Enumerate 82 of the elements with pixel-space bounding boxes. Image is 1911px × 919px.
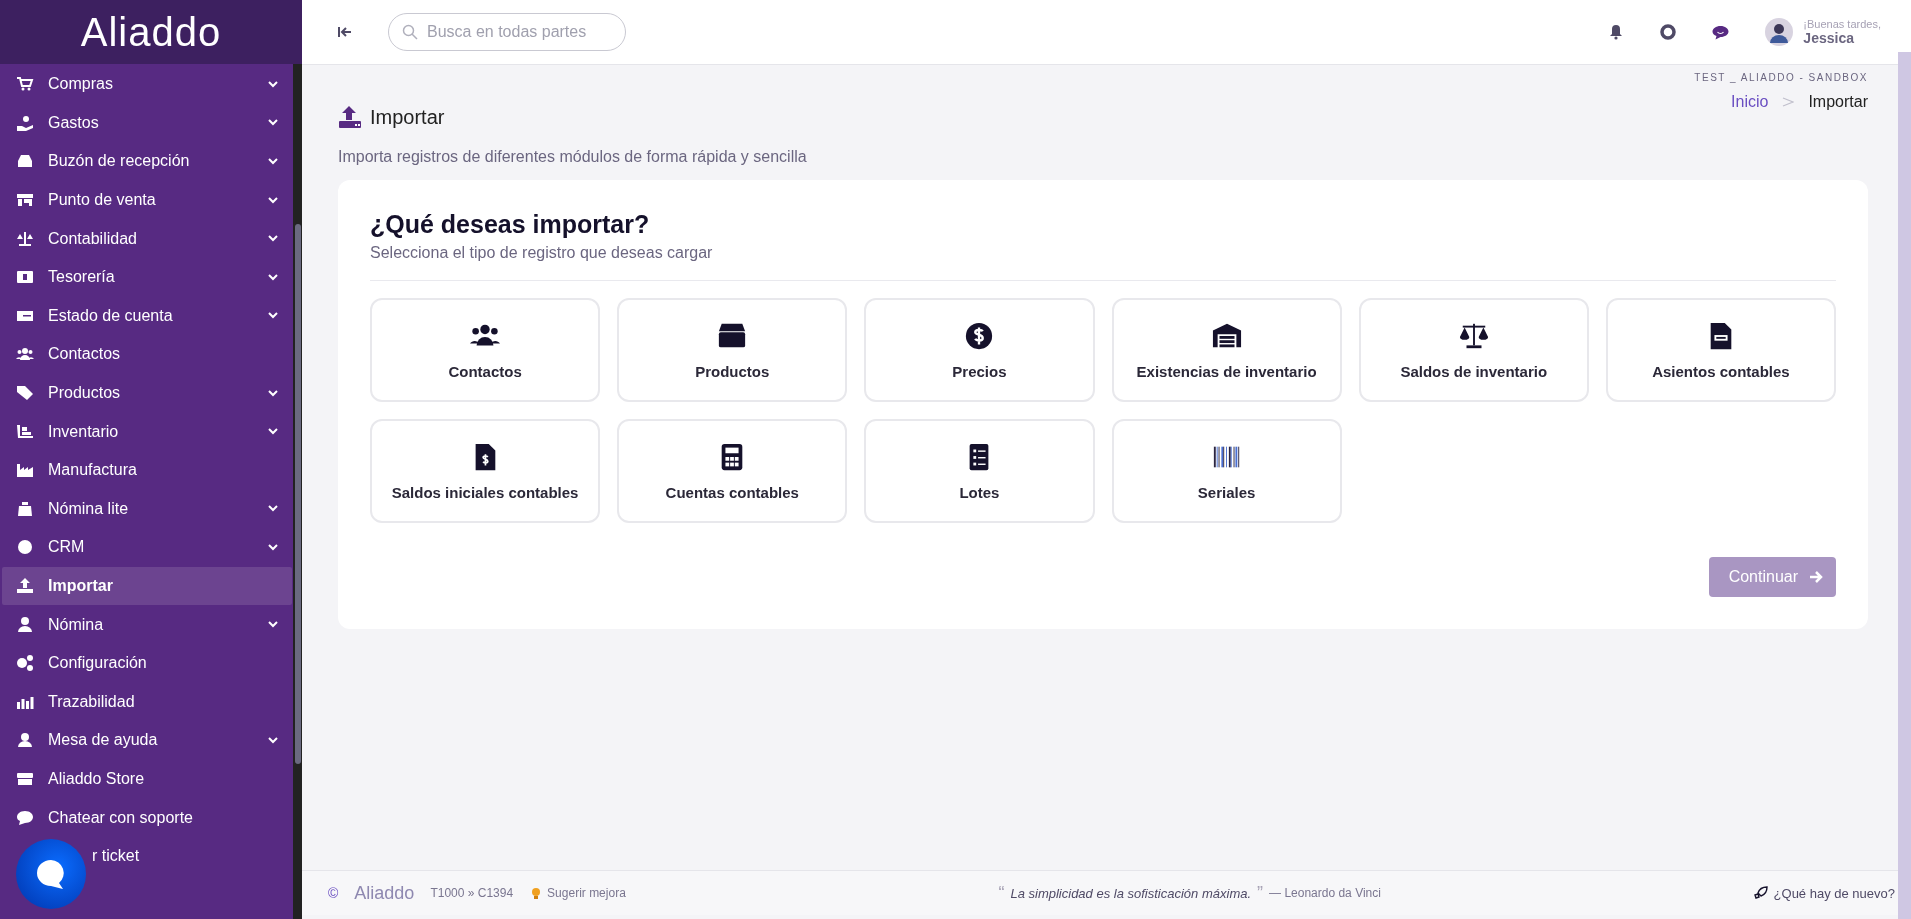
sidebar-item[interactable]: Compras bbox=[2, 65, 292, 104]
sidebar-item[interactable]: Buzón de recepción bbox=[2, 142, 292, 181]
sidebar-item[interactable]: Contactos bbox=[2, 335, 292, 374]
logo: Aliaddo bbox=[80, 9, 222, 55]
chat-icon bbox=[16, 808, 34, 827]
import-option[interactable]: Existencias de inventario bbox=[1111, 298, 1342, 402]
chat-smile-icon[interactable] bbox=[1712, 24, 1730, 40]
chevron-down-icon bbox=[268, 196, 278, 204]
breadcrumb-link[interactable]: Inicio bbox=[1731, 93, 1769, 111]
import-option[interactable]: Precios bbox=[864, 298, 1095, 402]
user-icon bbox=[16, 615, 34, 634]
collapse-icon[interactable] bbox=[338, 26, 352, 38]
sidebar-item[interactable]: Configuración bbox=[2, 643, 292, 683]
sidebar-item[interactable]: r ticket bbox=[2, 836, 292, 876]
chevron-down-icon bbox=[268, 543, 278, 551]
card-title: ¿Qué deseas importar? bbox=[370, 210, 651, 239]
import-option[interactable]: Productos bbox=[617, 298, 848, 402]
factory-icon bbox=[16, 461, 34, 480]
sidebar-item[interactable]: Aliaddo Store bbox=[2, 759, 292, 799]
version-text: T1000 » C1394 bbox=[430, 886, 514, 900]
sidebar-item[interactable]: Estado de cuenta bbox=[2, 296, 292, 336]
suggest-link[interactable]: Sugerir mejora bbox=[529, 886, 626, 900]
sidebar-item[interactable]: Mesa de ayuda bbox=[2, 721, 292, 760]
scrollbar[interactable] bbox=[293, 64, 302, 919]
page-subtitle: Importa registros de diferentes módulos de forma rápida y sencilla bbox=[338, 148, 808, 166]
import-option[interactable]: Contactos bbox=[370, 298, 601, 402]
sidebar-item[interactable]: Punto de venta bbox=[2, 180, 292, 220]
scale-icon bbox=[16, 229, 34, 248]
chevron-down-icon bbox=[268, 119, 278, 127]
hand-coin-icon bbox=[16, 113, 34, 132]
chevron-down-icon bbox=[268, 621, 278, 629]
sidebar-item[interactable]: Nómina lite bbox=[2, 489, 292, 529]
sidebar-item[interactable]: Contabilidad bbox=[2, 219, 292, 258]
breadcrumb-current: Importar bbox=[1808, 93, 1868, 111]
chevron-down-icon bbox=[268, 273, 278, 281]
chevron-down-icon bbox=[268, 505, 278, 513]
company-name: TEST _ ALIADDO - SANDBOX bbox=[1694, 72, 1868, 83]
avatar[interactable] bbox=[1765, 18, 1794, 46]
sidebar-item[interactable]: Manufactura bbox=[2, 450, 292, 490]
import-option[interactable]: Saldos iniciales contables bbox=[370, 419, 601, 523]
import-option[interactable]: Seriales bbox=[1111, 419, 1342, 523]
quote-mark: “ bbox=[998, 882, 1005, 904]
sidebar-item[interactable]: Tesorería bbox=[2, 257, 292, 297]
scrollbar[interactable] bbox=[1898, 52, 1911, 919]
sidebar-item[interactable]: Chatear con soporte bbox=[2, 798, 292, 837]
tag-icon bbox=[16, 384, 34, 403]
import-option[interactable]: Saldos de inventario bbox=[1358, 298, 1589, 402]
chevron-down-icon bbox=[268, 389, 278, 397]
upload-icon bbox=[338, 105, 362, 129]
sidebar-item[interactable]: Nómina bbox=[2, 605, 292, 644]
dollar-coin-icon bbox=[964, 320, 995, 351]
sidebar-item[interactable]: CRM bbox=[2, 528, 292, 567]
copyright-mark: © bbox=[328, 885, 339, 901]
upload-icon bbox=[16, 577, 34, 595]
search-field[interactable]: Busca en todas partes bbox=[388, 13, 626, 51]
whats-new-link[interactable]: ¿Qué hay de nuevo? bbox=[1753, 885, 1895, 901]
quote-author: — Leonardo da Vinci bbox=[1269, 886, 1381, 900]
chevron-down-icon bbox=[268, 736, 278, 744]
arrow-right-icon bbox=[1808, 569, 1824, 585]
bell-icon[interactable] bbox=[1608, 24, 1625, 40]
import-option[interactable]: Cuentas contables bbox=[617, 419, 848, 523]
quote-mark: ” bbox=[1257, 882, 1264, 904]
chevron-down-icon bbox=[268, 158, 278, 165]
rocket-icon bbox=[1753, 886, 1768, 900]
import-option[interactable]: Asientos contables bbox=[1605, 298, 1836, 402]
chevron-down-icon bbox=[268, 235, 278, 243]
sidebar-item[interactable]: Gastos bbox=[2, 103, 292, 143]
sidebar-item[interactable]: Importar bbox=[2, 566, 292, 606]
sidebar-item[interactable]: Inventario bbox=[2, 412, 292, 451]
chevron-down-icon bbox=[268, 312, 278, 320]
page-title: Importar bbox=[370, 105, 445, 129]
quote-text: La simplicidad es la sofisticación máxima. bbox=[1010, 885, 1252, 901]
chevron-down-icon bbox=[268, 428, 278, 436]
user-name: Jessica bbox=[1803, 30, 1855, 46]
chevron-down-icon bbox=[268, 80, 278, 88]
card-subtitle: Selecciona el tipo de registro que deseas cargar bbox=[370, 244, 1836, 281]
import-option[interactable]: Lotes bbox=[864, 419, 1095, 523]
breadcrumb-separator-icon bbox=[1782, 97, 1795, 107]
footer-logo: Aliaddo bbox=[354, 882, 415, 904]
sidebar-item[interactable]: Trazabilidad bbox=[2, 682, 292, 722]
sidebar-item[interactable]: Productos bbox=[2, 373, 292, 413]
greeting-text: ¡Buenas tardes, bbox=[1803, 18, 1881, 30]
